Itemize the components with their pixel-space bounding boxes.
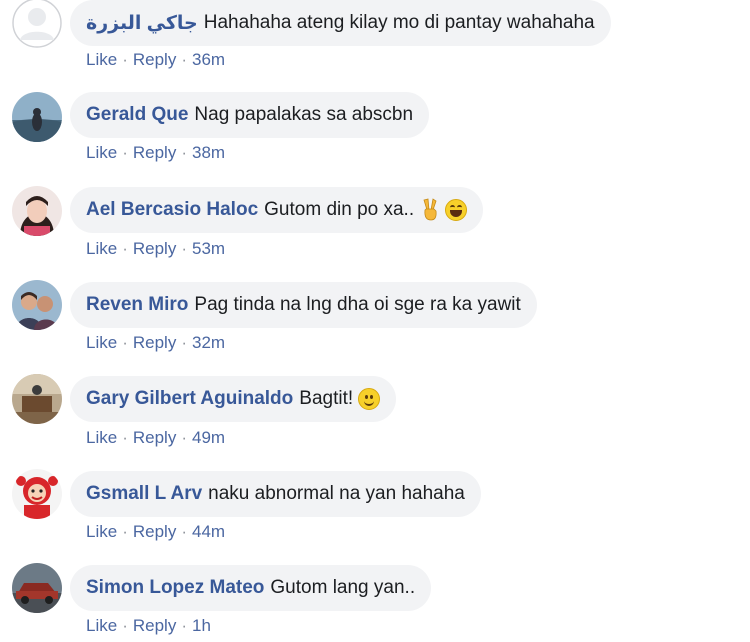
reply-button[interactable]: Reply	[133, 333, 176, 352]
car-avatar[interactable]	[12, 563, 62, 613]
separator: ·	[122, 522, 128, 541]
comment-actions: Like · Reply · 38m	[86, 143, 225, 163]
comment-timestamp[interactable]: 32m	[192, 333, 225, 352]
comment-text: Gutom din po xa..	[264, 199, 415, 220]
comment-bubble: Gerald Que Nag papalakas sa abscbn	[70, 92, 430, 138]
separator: ·	[122, 428, 128, 447]
reply-button[interactable]: Reply	[133, 50, 176, 69]
like-button[interactable]: Like	[86, 50, 117, 69]
reply-button[interactable]: Reply	[133, 143, 176, 162]
comment-text: Bagtit!	[299, 388, 354, 409]
separator: ·	[181, 522, 187, 541]
like-button[interactable]: Like	[86, 428, 117, 447]
comment-author[interactable]: Gerald Que	[86, 104, 188, 126]
comment-author[interactable]: Ael Bercasio Haloc	[86, 199, 258, 221]
separator: ·	[122, 50, 128, 69]
comment-actions: Like · Reply · 53m	[86, 239, 225, 259]
reply-button[interactable]: Reply	[133, 522, 176, 541]
separator: ·	[181, 428, 187, 447]
laughing-face-icon	[445, 199, 468, 221]
reply-button[interactable]: Reply	[133, 239, 176, 258]
comment-actions: Like · Reply · 44m	[86, 522, 225, 542]
comment-actions: Like · Reply · 36m	[86, 50, 225, 70]
comment-timestamp[interactable]: 38m	[192, 143, 225, 162]
mascot-avatar[interactable]	[12, 469, 62, 519]
reply-button[interactable]: Reply	[133, 616, 176, 635]
room-avatar[interactable]	[12, 374, 62, 424]
comment-timestamp[interactable]: 53m	[192, 239, 225, 258]
separator: ·	[122, 239, 128, 258]
smiling-face-icon	[358, 388, 381, 410]
like-button[interactable]: Like	[86, 333, 117, 352]
comment-timestamp[interactable]: 44m	[192, 522, 225, 541]
comment-bubble: Reven Miro Pag tinda na lng dha oi sge r…	[70, 282, 537, 328]
separator: ·	[122, 616, 128, 635]
comment-actions: Like · Reply · 32m	[86, 333, 225, 353]
comment-bubble: Simon Lopez Mateo Gutom lang yan..	[70, 565, 432, 611]
reply-button[interactable]: Reply	[133, 428, 176, 447]
separator: ·	[181, 50, 187, 69]
like-button[interactable]: Like	[86, 522, 117, 541]
like-button[interactable]: Like	[86, 616, 117, 635]
comment-text: Pag tinda na lng dha oi sge ra ka yawit	[194, 294, 521, 315]
comment-author[interactable]: Simon Lopez Mateo	[86, 577, 264, 599]
comment-bubble: Ael Bercasio Haloc Gutom din po xa..	[70, 187, 484, 233]
victory-hand-icon	[423, 198, 437, 221]
woman-avatar[interactable]	[12, 186, 62, 236]
like-button[interactable]: Like	[86, 239, 117, 258]
comment-text: Gutom lang yan..	[270, 577, 416, 598]
default-avatar[interactable]	[12, 0, 62, 48]
separator: ·	[122, 143, 128, 162]
comment-text: Hahahaha ateng kilay mo di pantay wahaha…	[203, 12, 595, 33]
comment-timestamp[interactable]: 36m	[192, 50, 225, 69]
separator: ·	[181, 239, 187, 258]
comment-timestamp[interactable]: 49m	[192, 428, 225, 447]
like-button[interactable]: Like	[86, 143, 117, 162]
comment-text: Nag papalakas sa abscbn	[194, 104, 414, 125]
comment-author[interactable]: Gary Gilbert Aguinaldo	[86, 388, 293, 410]
comment-bubble: Gsmall L Arv naku abnormal na yan hahaha	[70, 471, 481, 517]
comment-actions: Like · Reply · 49m	[86, 428, 225, 448]
comment-bubble: جاكي البزرة Hahahaha ateng kilay mo di p…	[70, 0, 611, 46]
comment-actions: Like · Reply · 1h	[86, 616, 211, 636]
comment-text: naku abnormal na yan hahaha	[208, 483, 465, 504]
comment-author[interactable]: جاكي البزرة	[86, 12, 198, 35]
group-avatar[interactable]	[12, 280, 62, 330]
comment-author[interactable]: Gsmall L Arv	[86, 483, 202, 505]
landscape-avatar[interactable]	[12, 92, 62, 142]
separator: ·	[122, 333, 128, 352]
comment-timestamp[interactable]: 1h	[192, 616, 211, 635]
comment-author[interactable]: Reven Miro	[86, 294, 188, 316]
separator: ·	[181, 143, 187, 162]
separator: ·	[181, 333, 187, 352]
separator: ·	[181, 616, 187, 635]
comment-bubble: Gary Gilbert Aguinaldo Bagtit!	[70, 376, 397, 422]
